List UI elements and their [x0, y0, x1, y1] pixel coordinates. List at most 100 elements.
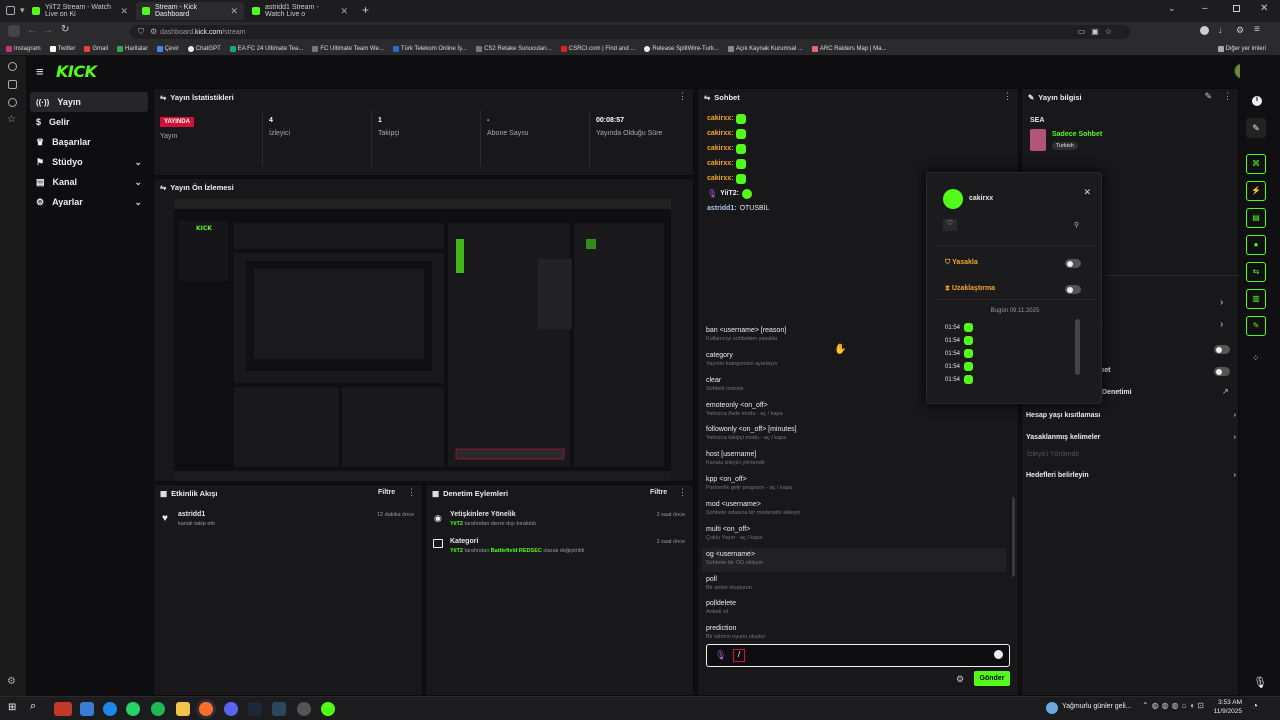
- url-field[interactable]: ⛉ ⚙ dashboard. kick.com/stream ▭▣☆: [130, 25, 1130, 39]
- microphone-icon[interactable]: 🎙: [1253, 676, 1267, 689]
- back-icon[interactable]: ←: [27, 25, 37, 36]
- bookmark-haritalar[interactable]: Haritalar: [117, 45, 148, 52]
- command-option[interactable]: poll Bir anket oluşturun: [706, 576, 1006, 601]
- stream-preview-video[interactable]: KICK: [174, 199, 671, 481]
- sidebar-item-gelir[interactable]: $ Gelir: [30, 112, 148, 132]
- chat-input[interactable]: 🎙 /: [706, 644, 1010, 667]
- send-button[interactable]: Gönder: [974, 671, 1010, 686]
- external-link-icon[interactable]: ↗: [1222, 387, 1229, 396]
- taskbar-app-icon[interactable]: [297, 702, 311, 716]
- activity-user[interactable]: astridd1: [178, 511, 205, 518]
- new-tab-icon[interactable]: +: [362, 3, 369, 17]
- workspace-icon[interactable]: [8, 25, 20, 37]
- bookmark-splitwire[interactable]: Release SplitWire-Turk...: [644, 45, 719, 52]
- command-option[interactable]: multi <on_off> Çoklu Yayın - aç / kapa: [706, 526, 1006, 551]
- spotify-icon[interactable]: [151, 702, 165, 716]
- account-age-restriction-link[interactable]: Hesap yaşı kısıtlaması ›: [1026, 408, 1236, 422]
- reload-icon[interactable]: ↻: [61, 24, 69, 35]
- history-scrollbar[interactable]: [1075, 319, 1080, 375]
- sidebar-item-yayin[interactable]: ((·)) Yayın: [30, 92, 148, 112]
- command-option[interactable]: followonly <on_off> [minutes] Yalnızca ta…: [706, 426, 1006, 451]
- minimize-icon[interactable]: –: [1202, 3, 1208, 14]
- command-option[interactable]: polldelete Anketi sil: [706, 600, 1006, 625]
- sidebar-item-ayarlar[interactable]: ⚙ Ayarlar ⌄: [30, 192, 148, 212]
- raid-icon[interactable]: ⇆: [1246, 262, 1266, 282]
- taskbar-app-icon[interactable]: [321, 702, 335, 716]
- command-option[interactable]: og <username> Sohbete bir OG ekleyin: [706, 551, 1006, 576]
- command-option[interactable]: host [username] Kanala izleyici yönlendir: [706, 451, 1006, 476]
- weather-text[interactable]: Yağmurlu günler geli...: [1062, 703, 1132, 710]
- steam-icon[interactable]: [248, 702, 262, 716]
- bookmark-ea-fc[interactable]: EA FC 24 Ultimate Tea...: [229, 45, 303, 52]
- panel-item-icon[interactable]: [8, 62, 17, 71]
- popup-username[interactable]: cakirxx: [969, 195, 993, 202]
- queue-icon[interactable]: ▥: [1246, 289, 1266, 309]
- ban-toggle[interactable]: [1065, 259, 1081, 268]
- bookmark-gmail[interactable]: Gmail: [84, 45, 108, 52]
- bookmark-csrci[interactable]: CSRCI.com | Find and ...: [560, 45, 635, 52]
- more-options-icon[interactable]: ⋮: [1003, 91, 1012, 102]
- sidebar-item-basarilar[interactable]: ♛ Başarılar: [30, 132, 148, 152]
- bookmark-arc-raiders[interactable]: ARC Raiders Map | Ma...: [811, 45, 886, 52]
- chevron-right-icon[interactable]: ›: [1220, 297, 1223, 308]
- taskbar-app-icon[interactable]: [80, 702, 94, 716]
- windows-start-icon[interactable]: ⊞: [8, 702, 20, 714]
- more-options-icon[interactable]: ⋮: [1223, 91, 1232, 102]
- lightning-icon[interactable]: ⚡: [1246, 181, 1266, 201]
- chevron-down-icon[interactable]: ⌄: [1168, 3, 1176, 14]
- whatsapp-icon[interactable]: [126, 702, 140, 716]
- browser-settings-icon[interactable]: ⚙: [1236, 25, 1244, 36]
- site-settings-icon[interactable]: ⚙: [150, 27, 157, 36]
- more-options-icon[interactable]: ⋮: [678, 91, 687, 102]
- system-tray-icons[interactable]: ⌃◍◍◍⌂◖⊡: [1142, 701, 1207, 710]
- tab-kick-dashboard[interactable]: Stream - Kick Dashboard ✕: [136, 2, 244, 20]
- bookmark-acik-kaynak[interactable]: Açık Kaynak Kurumsal ...: [727, 45, 803, 52]
- shield-icon[interactable]: ⛉: [138, 27, 144, 37]
- more-options-icon[interactable]: ⋮: [407, 487, 416, 498]
- kick-logo[interactable]: KICK: [56, 62, 97, 81]
- edit-icon[interactable]: ✎: [1246, 118, 1266, 138]
- star-icon[interactable]: ☆: [7, 114, 16, 125]
- bookmark-twitter[interactable]: Twitter: [49, 45, 75, 52]
- sidebar-item-kanal[interactable]: ▤ Kanal ⌄: [30, 172, 148, 192]
- taskbar-app-icon[interactable]: [103, 702, 117, 716]
- info-icon[interactable]: i: [1252, 96, 1262, 106]
- add-widget-icon[interactable]: ⁘: [1252, 353, 1260, 364]
- bookmark-turk-telekom[interactable]: Türk Telekom Online İş...: [392, 45, 467, 52]
- bookmark-instagram[interactable]: Instagram: [6, 45, 41, 52]
- bookmark-chatgpt[interactable]: ChatGPT: [187, 45, 221, 52]
- emoji-icon[interactable]: [994, 650, 1003, 659]
- bookmark-cevir[interactable]: Çevir: [156, 45, 179, 52]
- more-options-icon[interactable]: ⋮: [678, 487, 687, 498]
- close-tab-icon[interactable]: ✕: [230, 6, 238, 17]
- close-tab-icon[interactable]: ✕: [340, 6, 348, 17]
- address-actions-icon[interactable]: ▭▣☆: [1078, 27, 1118, 36]
- tab-list-icon[interactable]: ▾: [20, 5, 25, 16]
- sidebar-toggle-icon[interactable]: [6, 6, 15, 15]
- history-icon[interactable]: [8, 98, 17, 107]
- search-icon[interactable]: ⌕: [30, 700, 36, 713]
- steam-icon[interactable]: [272, 702, 286, 716]
- tab-yiit2-stream[interactable]: YiiT2 Stream - Watch Live on Ki ✕: [26, 2, 134, 20]
- folder-icon[interactable]: [176, 702, 190, 716]
- command-option[interactable]: emoteonly <on_off> Yalnızca ifade modu - …: [706, 402, 1006, 427]
- chat-settings-icon[interactable]: ⚙: [956, 674, 964, 685]
- other-bookmarks[interactable]: Diğer yer imleri: [1217, 45, 1266, 52]
- notification-icon[interactable]: ◔: [1252, 701, 1258, 712]
- chevron-right-icon[interactable]: ›: [1220, 319, 1223, 330]
- profile-icon[interactable]: [1200, 26, 1209, 35]
- set-goals-link[interactable]: Hedefleri belirleyin ›: [1026, 468, 1236, 482]
- gear-icon[interactable]: ⚙: [7, 676, 16, 687]
- discord-icon[interactable]: [224, 702, 238, 716]
- tool-icon[interactable]: ⌘: [1246, 154, 1266, 174]
- panel-item-icon[interactable]: [8, 80, 17, 89]
- maximize-icon[interactable]: [1233, 5, 1240, 12]
- filter-button[interactable]: Filtre: [378, 489, 395, 496]
- setting-toggle[interactable]: [1214, 345, 1230, 354]
- banned-words-link[interactable]: Yasaklanmış kelimeler ›: [1026, 430, 1236, 444]
- window-close-icon[interactable]: ✕: [1260, 3, 1268, 14]
- close-tab-icon[interactable]: ✕: [120, 6, 128, 17]
- hamburger-menu-icon[interactable]: ≡: [36, 64, 44, 79]
- tab-astridd1-stream[interactable]: astridd1 Stream - Watch Live o ✕: [246, 2, 354, 20]
- forward-icon[interactable]: →: [43, 25, 53, 36]
